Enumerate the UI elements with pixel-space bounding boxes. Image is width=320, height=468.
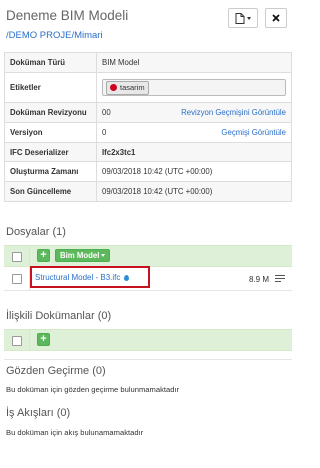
- meta-row-tags: Etiketler tasarim: [4, 72, 292, 103]
- meta-key: Doküman Revizyonu: [4, 102, 97, 123]
- chevron-down-icon: [101, 254, 106, 257]
- version-history-link[interactable]: Geçmişi Görüntüle: [221, 128, 286, 137]
- files-section-title: Dosyalar (1): [6, 226, 66, 238]
- select-all-files-checkbox[interactable]: [12, 252, 22, 262]
- close-button[interactable]: [265, 8, 287, 28]
- meta-row-revision: Doküman Revizyonu 00 Revizyon Geçmişini …: [4, 102, 292, 123]
- related-section-title: İlişkili Dokümanlar (0): [6, 310, 112, 322]
- file-menu-icon[interactable]: [275, 275, 285, 284]
- meta-row-updated: Son Güncelleme 09/03/2018 10:42 (UTC +00…: [4, 181, 292, 202]
- meta-row-created: Oluşturma Zamanı 09/03/2018 10:42 (UTC +…: [4, 161, 292, 182]
- file-highlight-box: [30, 266, 150, 288]
- tag-color-dot: [110, 84, 117, 91]
- metadata-table: Doküman Türü BIM Model Etiketler tasarim…: [4, 52, 292, 202]
- tag-chip[interactable]: tasarim: [106, 80, 149, 95]
- document-actions-button[interactable]: [228, 8, 258, 28]
- workflows-empty-message: Bu doküman için akış bulunamamaktadır: [6, 428, 144, 437]
- close-icon: [272, 14, 280, 22]
- meta-key: Son Güncelleme: [4, 181, 97, 202]
- file-checkbox[interactable]: [12, 274, 22, 284]
- related-empty-row: [4, 352, 292, 360]
- meta-row-version: Versiyon 0 Geçmişi Görüntüle: [4, 122, 292, 143]
- review-empty-message: Bu doküman için gözden geçirme bulunmama…: [6, 385, 180, 394]
- tag-label: tasarim: [120, 83, 145, 92]
- tags-input[interactable]: tasarim: [102, 79, 286, 96]
- files-toolbar: + Bim Model: [4, 245, 292, 267]
- meta-value: 0: [102, 128, 107, 137]
- meta-value: 09/03/2018 10:42 (UTC +00:00): [96, 181, 292, 202]
- chevron-down-icon: [247, 16, 251, 20]
- meta-row-doc-type: Doküman Türü BIM Model: [4, 52, 292, 73]
- page-title: Deneme BIM Modeli: [6, 8, 129, 23]
- meta-key: Oluşturma Zamanı: [4, 161, 97, 182]
- breadcrumb[interactable]: /DEMO PROJE/Mimari: [6, 30, 103, 41]
- meta-row-ifc: IFC Deserializer Ifc2x3tc1: [4, 142, 292, 162]
- meta-value: Ifc2x3tc1: [96, 142, 292, 162]
- add-related-document-button[interactable]: +: [37, 333, 50, 346]
- meta-value: 00: [102, 108, 111, 117]
- file-size: 8.9 M: [249, 275, 270, 284]
- meta-key: Versiyon: [4, 122, 97, 143]
- related-toolbar: +: [4, 329, 292, 351]
- new-document-icon: [235, 12, 251, 24]
- select-all-related-checkbox[interactable]: [12, 336, 22, 346]
- bim-model-label: Bim Model: [60, 251, 100, 260]
- meta-key: IFC Deserializer: [4, 142, 97, 162]
- review-section-title: Gözden Geçirme (0): [6, 365, 106, 377]
- meta-value: 09/03/2018 10:42 (UTC +00:00): [96, 161, 292, 182]
- meta-key: Doküman Türü: [4, 52, 97, 73]
- meta-key: Etiketler: [4, 72, 97, 103]
- revision-history-link[interactable]: Revizyon Geçmişini Görüntüle: [181, 108, 286, 117]
- add-file-button[interactable]: +: [37, 249, 50, 262]
- workflows-section-title: İş Akışları (0): [6, 407, 71, 419]
- document-detail-panel: Deneme BIM Modeli /DEMO PROJE/Mimari Dok…: [0, 0, 296, 468]
- meta-value: BIM Model: [96, 52, 292, 73]
- bim-model-dropdown-button[interactable]: Bim Model: [55, 249, 111, 262]
